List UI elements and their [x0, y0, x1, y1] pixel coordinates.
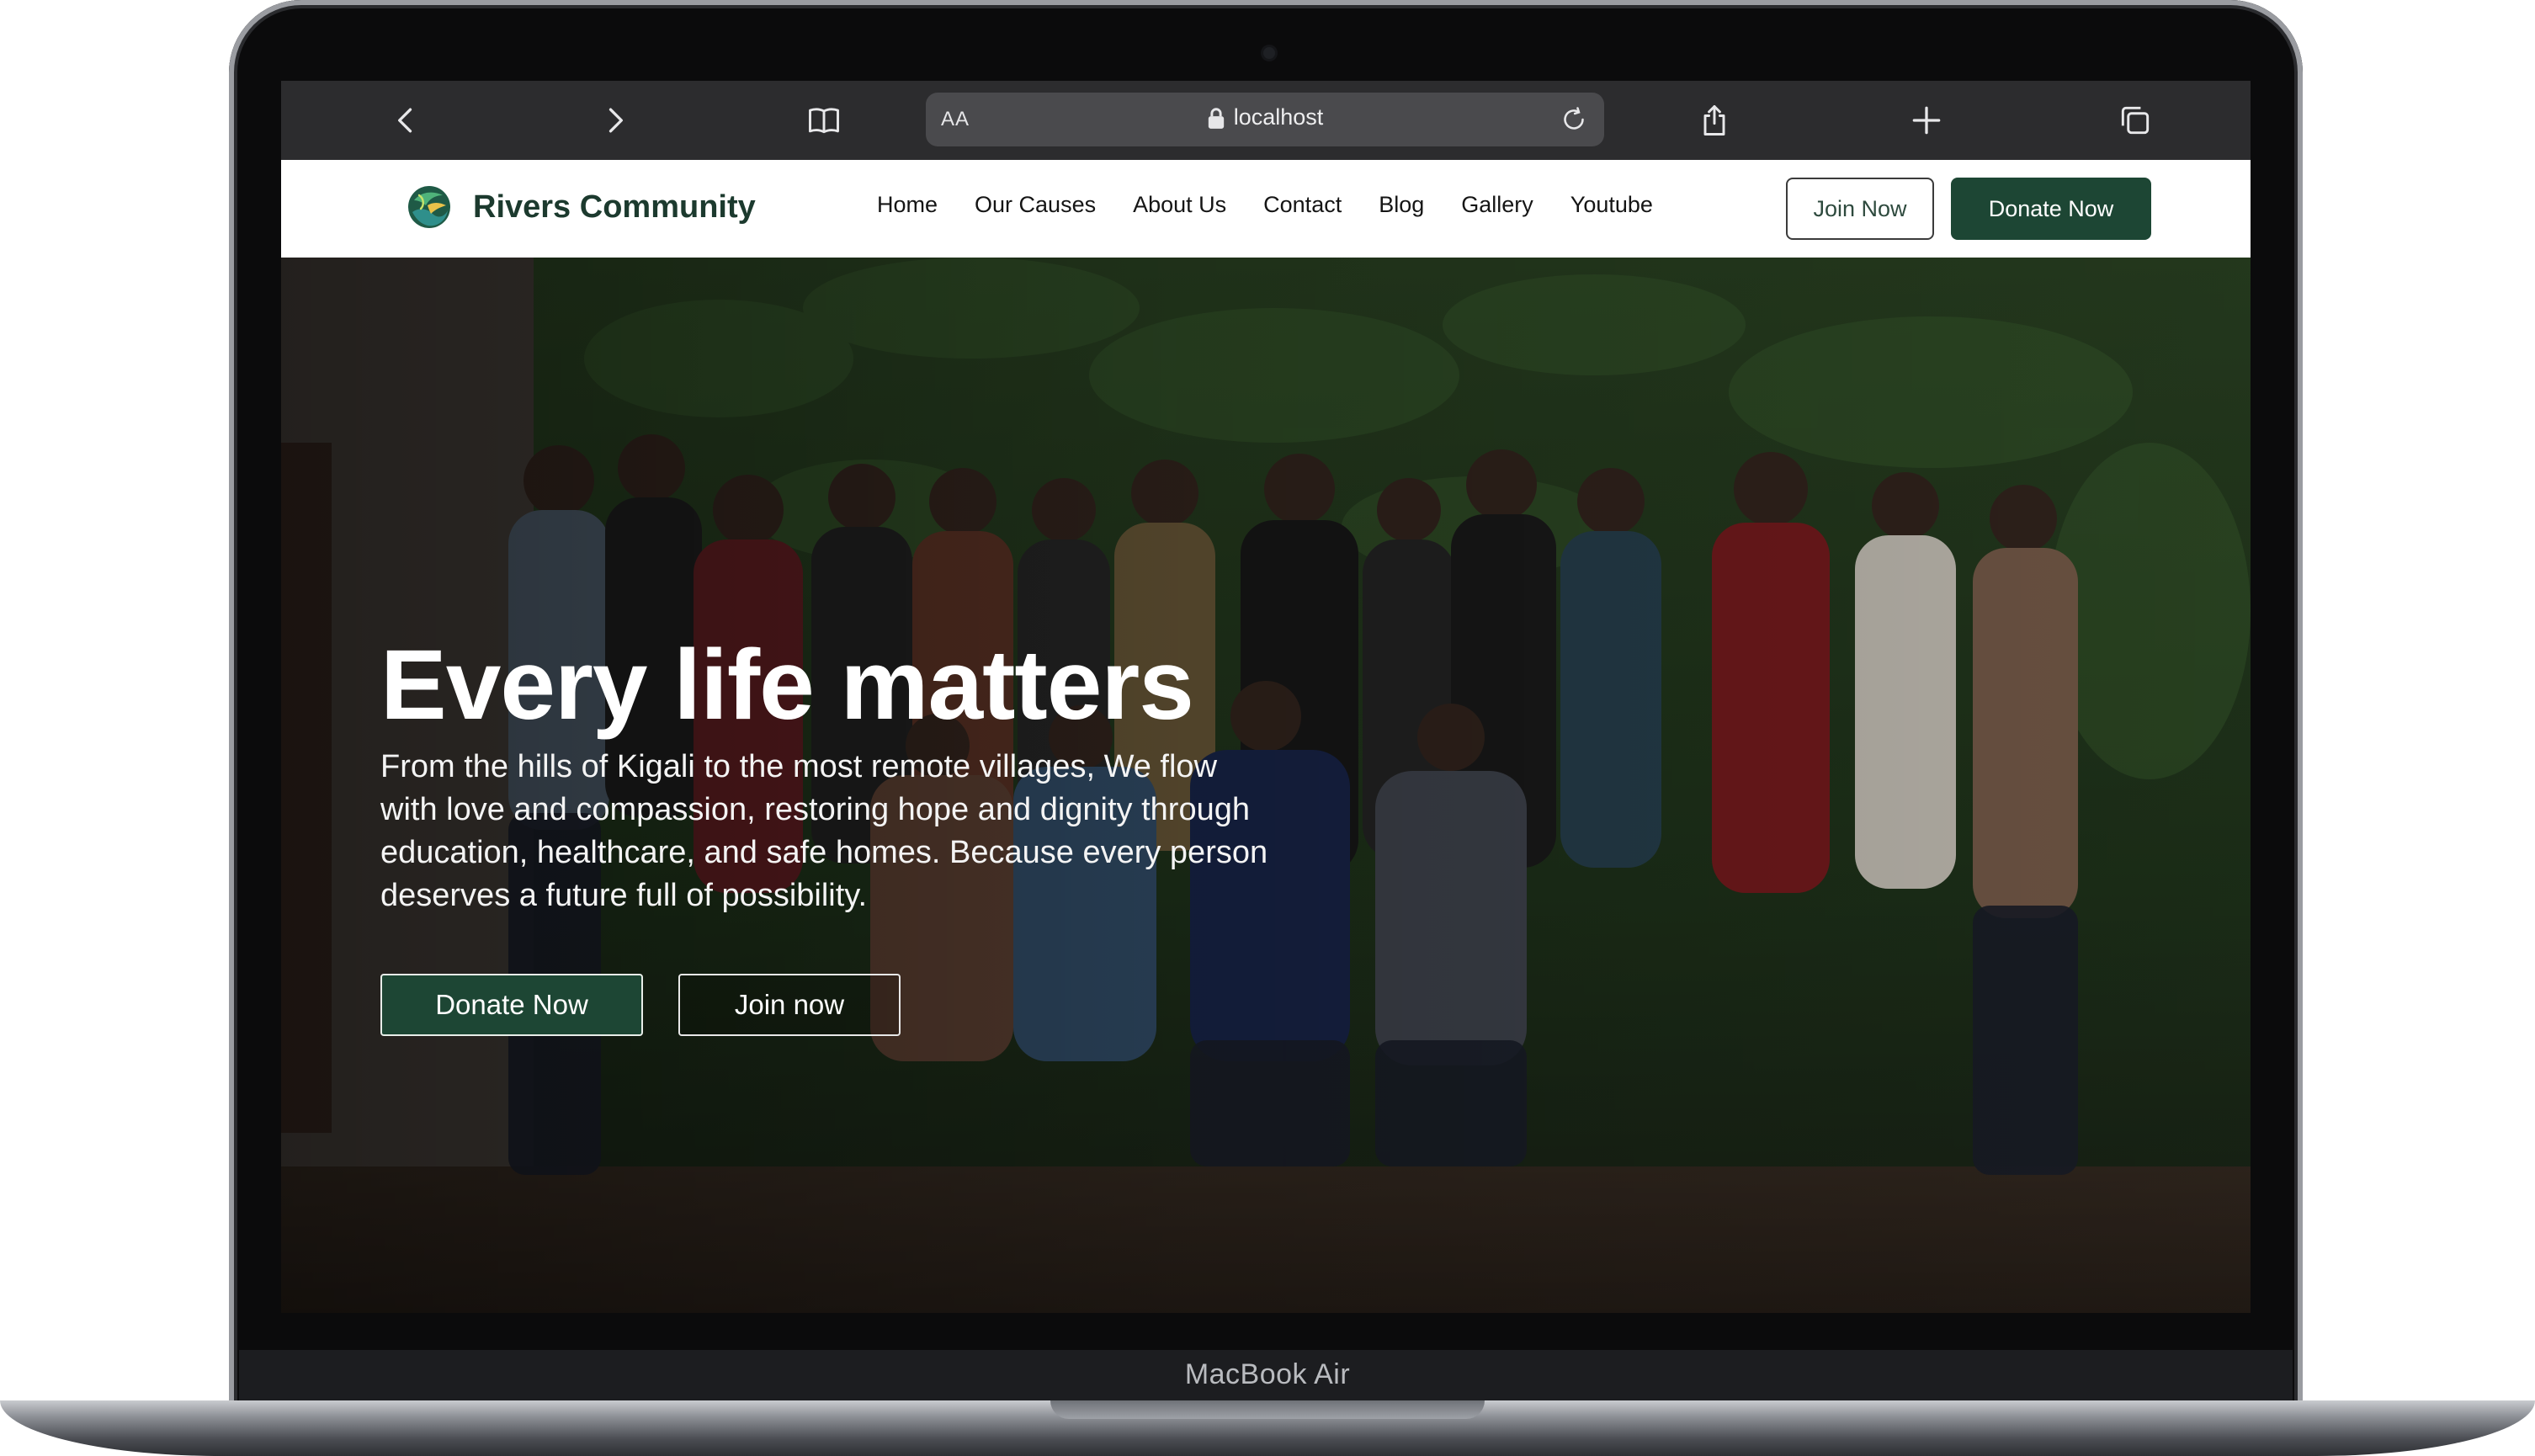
brand-name: Rivers Community [473, 189, 756, 225]
browser-toolbar: AA localhost [281, 81, 2251, 160]
bookmarks-icon[interactable] [801, 98, 847, 143]
hero-donate-button[interactable]: Donate Now [380, 974, 643, 1036]
hero-join-button[interactable]: Join now [678, 974, 901, 1036]
browser-screen: AA localhost Rivers Community Home Our C… [281, 81, 2251, 1313]
nav-about-us[interactable]: About Us [1133, 192, 1226, 218]
url-text: localhost [1233, 104, 1324, 130]
nav-home[interactable]: Home [877, 192, 938, 218]
back-icon[interactable] [383, 98, 428, 143]
new-tab-icon[interactable] [1904, 98, 1949, 143]
hero-title: Every life matters [380, 630, 1194, 741]
nav-contact[interactable]: Contact [1263, 192, 1342, 218]
site-header: Rivers Community Home Our Causes About U… [281, 160, 2251, 258]
nav-blog[interactable]: Blog [1379, 192, 1424, 218]
device-label: MacBook Air [1184, 1358, 1351, 1390]
main-nav: Home Our Causes About Us Contact Blog Ga… [877, 192, 1653, 218]
lock-icon [1207, 107, 1225, 129]
hero-description: From the hills of Kigali to the most rem… [380, 749, 1268, 913]
nav-youtube[interactable]: Youtube [1570, 192, 1653, 218]
globe-logo-icon [406, 183, 453, 231]
nav-our-causes[interactable]: Our Causes [975, 192, 1096, 218]
laptop-hinge-notch [1050, 1400, 1485, 1419]
camera-icon [1263, 47, 1275, 59]
share-icon[interactable] [1692, 98, 1737, 143]
forward-icon[interactable] [593, 98, 638, 143]
laptop-frame: AA localhost Rivers Community Home Our C… [0, 0, 2535, 1456]
address-bar[interactable]: AA localhost [926, 93, 1604, 146]
donate-now-button[interactable]: Donate Now [1951, 178, 2151, 240]
join-now-button[interactable]: Join Now [1786, 178, 1934, 240]
tabs-icon[interactable] [2112, 98, 2158, 143]
brand[interactable]: Rivers Community [406, 183, 756, 231]
hero-section: Every life matters From the hills of Kig… [281, 258, 2251, 1313]
reload-icon[interactable] [1555, 101, 1592, 138]
nav-gallery[interactable]: Gallery [1461, 192, 1533, 218]
